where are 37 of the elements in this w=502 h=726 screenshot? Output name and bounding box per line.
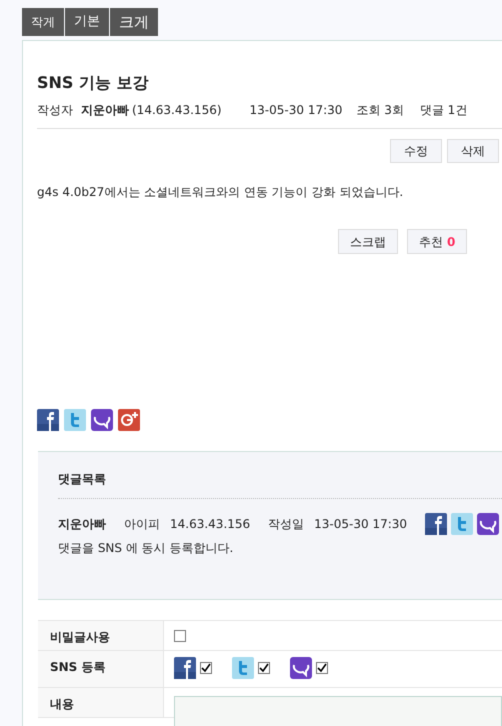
content-field[interactable] xyxy=(174,696,502,726)
speech-bubble-icon[interactable] xyxy=(477,513,500,535)
view-count: 조회 3회 xyxy=(356,102,404,119)
author-name: 지운아빠 xyxy=(81,102,129,119)
comment-list-heading: 댓글목록 xyxy=(58,471,107,488)
date-label: 작성일 xyxy=(268,516,304,533)
ip-label: 아이피 xyxy=(124,516,160,533)
comment-ip: 14.63.43.156 xyxy=(170,516,250,533)
delete-button[interactable]: 삭제 xyxy=(447,139,499,163)
checkbox[interactable] xyxy=(316,662,328,674)
edit-button[interactable]: 수정 xyxy=(390,139,442,163)
form-label: 내용 xyxy=(50,697,74,711)
font-size-tab[interactable]: 크게 xyxy=(110,8,158,36)
comment-count: 댓글 1건 xyxy=(420,102,468,119)
google-plus-icon[interactable] xyxy=(118,409,140,431)
comment-date: 13-05-30 17:30 xyxy=(314,516,408,533)
font-size-tab[interactable]: 기본 xyxy=(65,8,109,36)
author-label: 작성자 xyxy=(37,102,73,119)
post-date: 13-05-30 17:30 xyxy=(250,102,342,119)
facebook-icon[interactable] xyxy=(37,409,59,431)
speech-bubble-icon[interactable] xyxy=(91,409,113,431)
checkbox[interactable] xyxy=(174,630,186,642)
post-body: g4s 4.0b27에서는 소셜네트워크와의 연동 기능이 강화 되었습니다. xyxy=(37,184,404,201)
scrap-button[interactable]: 스크랩 xyxy=(338,229,398,254)
comment-text: 댓글을 SNS 에 동시 등록합니다. xyxy=(58,540,234,557)
checkbox[interactable] xyxy=(258,662,270,674)
comment-author: 지운아빠 xyxy=(58,516,106,533)
facebook-icon[interactable] xyxy=(425,513,448,535)
post-title: SNS 기능 보강 xyxy=(37,72,150,94)
speech-bubble-icon[interactable] xyxy=(290,657,312,679)
font-size-tab[interactable]: 작게 xyxy=(22,8,64,36)
recommend-button[interactable]: 추천 0 xyxy=(407,229,468,254)
checkbox[interactable] xyxy=(200,662,212,674)
form-label: SNS 등록 xyxy=(50,660,106,674)
facebook-icon[interactable] xyxy=(174,657,196,679)
author-ip: (14.63.43.156) xyxy=(132,102,222,119)
form-label: 비밀글사용 xyxy=(50,630,110,644)
